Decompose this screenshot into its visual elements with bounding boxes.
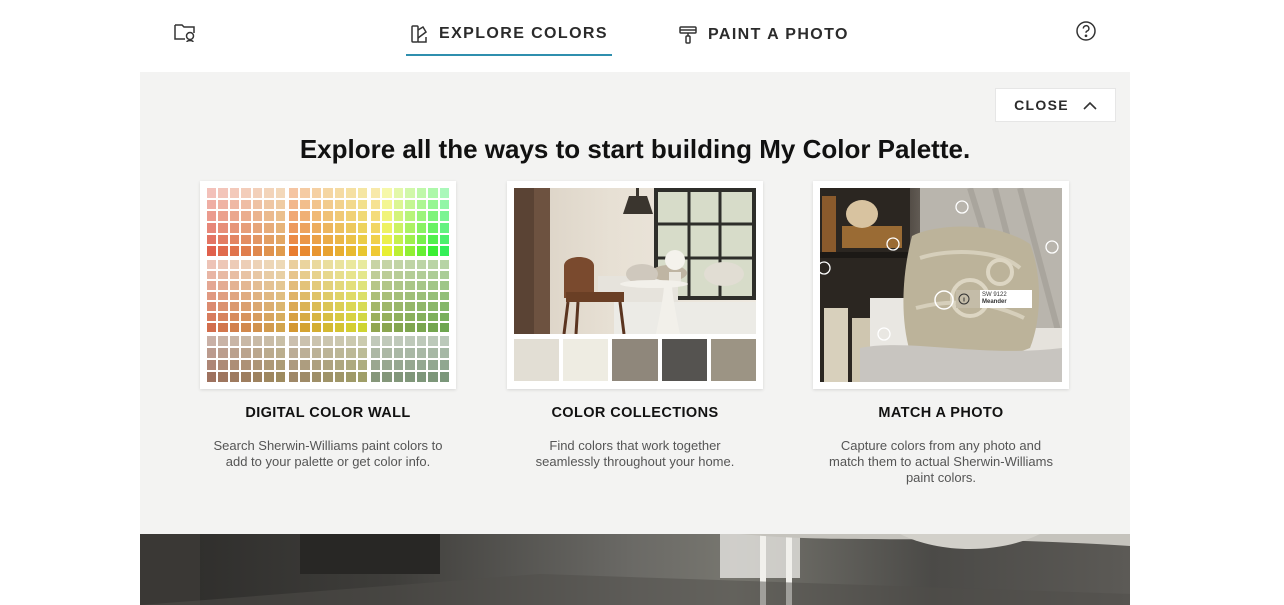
tab-paint-a-photo[interactable]: PAINT A PHOTO — [678, 14, 858, 56]
close-button[interactable]: CLOSE — [995, 88, 1116, 122]
card-digital-color-wall[interactable]: DIGITAL COLOR WALL Search Sherwin-Willia… — [200, 181, 456, 470]
color-swatch — [563, 339, 609, 381]
panel-headline: Explore all the ways to start building M… — [299, 134, 971, 164]
color-wall-block — [289, 336, 367, 382]
top-navigation: EXPLORE COLORS PAINT A PHOTO — [0, 0, 1284, 72]
card-match-a-photo[interactable]: SW 9122 Meander MATCH A PHOTO Capture co… — [813, 181, 1069, 486]
card-description: Search Sherwin-Williams paint colors to … — [213, 438, 443, 469]
color-swatch — [710, 339, 757, 381]
tab-explore-colors[interactable]: EXPLORE COLORS — [406, 14, 612, 56]
color-collections-thumbnail[interactable] — [507, 181, 763, 389]
color-wall-image — [207, 188, 449, 382]
collection-swatches — [514, 339, 757, 381]
close-label: CLOSE — [1014, 97, 1069, 113]
match-photo-thumbnail[interactable]: SW 9122 Meander — [813, 181, 1069, 389]
folder-search-icon[interactable] — [171, 18, 199, 46]
color-swatch — [514, 339, 560, 381]
tab-label: EXPLORE COLORS — [439, 25, 608, 42]
card-color-collections[interactable]: COLOR COLLECTIONS Find colors that work … — [507, 181, 763, 470]
color-wall-block — [207, 336, 285, 382]
color-wall-block — [289, 260, 367, 332]
photo-color-tag[interactable]: SW 9122 Meander — [982, 292, 1032, 306]
chevron-up-icon — [1083, 97, 1097, 113]
color-wall-block — [207, 260, 285, 332]
color-wall-block — [289, 188, 367, 256]
card-title[interactable]: MATCH A PHOTO — [813, 405, 1069, 421]
color-swatch — [612, 339, 658, 381]
card-description: Capture colors from any photo and match … — [829, 438, 1053, 485]
background-room-image — [140, 534, 1130, 605]
card-title[interactable]: COLOR COLLECTIONS — [507, 405, 763, 421]
color-swatch — [661, 339, 707, 381]
paint-roller-icon — [678, 25, 698, 45]
tab-label: PAINT A PHOTO — [708, 26, 849, 43]
tag-name: Meander — [982, 299, 1007, 305]
color-wall-block — [371, 188, 449, 256]
color-wall-thumbnail[interactable] — [200, 181, 456, 389]
card-description: Find colors that work together seamlessl… — [535, 438, 735, 469]
color-wall-block — [207, 188, 285, 256]
color-wall-block — [371, 260, 449, 332]
help-icon[interactable] — [1072, 17, 1100, 45]
card-title[interactable]: DIGITAL COLOR WALL — [200, 405, 456, 421]
tag-code: SW 9122 — [982, 292, 1007, 298]
color-wall-block — [371, 336, 449, 382]
explore-panel: CLOSE Explore all the ways to start buil… — [140, 72, 1130, 534]
palette-swatch-icon — [409, 24, 429, 44]
room-photo — [514, 188, 756, 334]
sample-photo: SW 9122 Meander — [820, 188, 1062, 382]
